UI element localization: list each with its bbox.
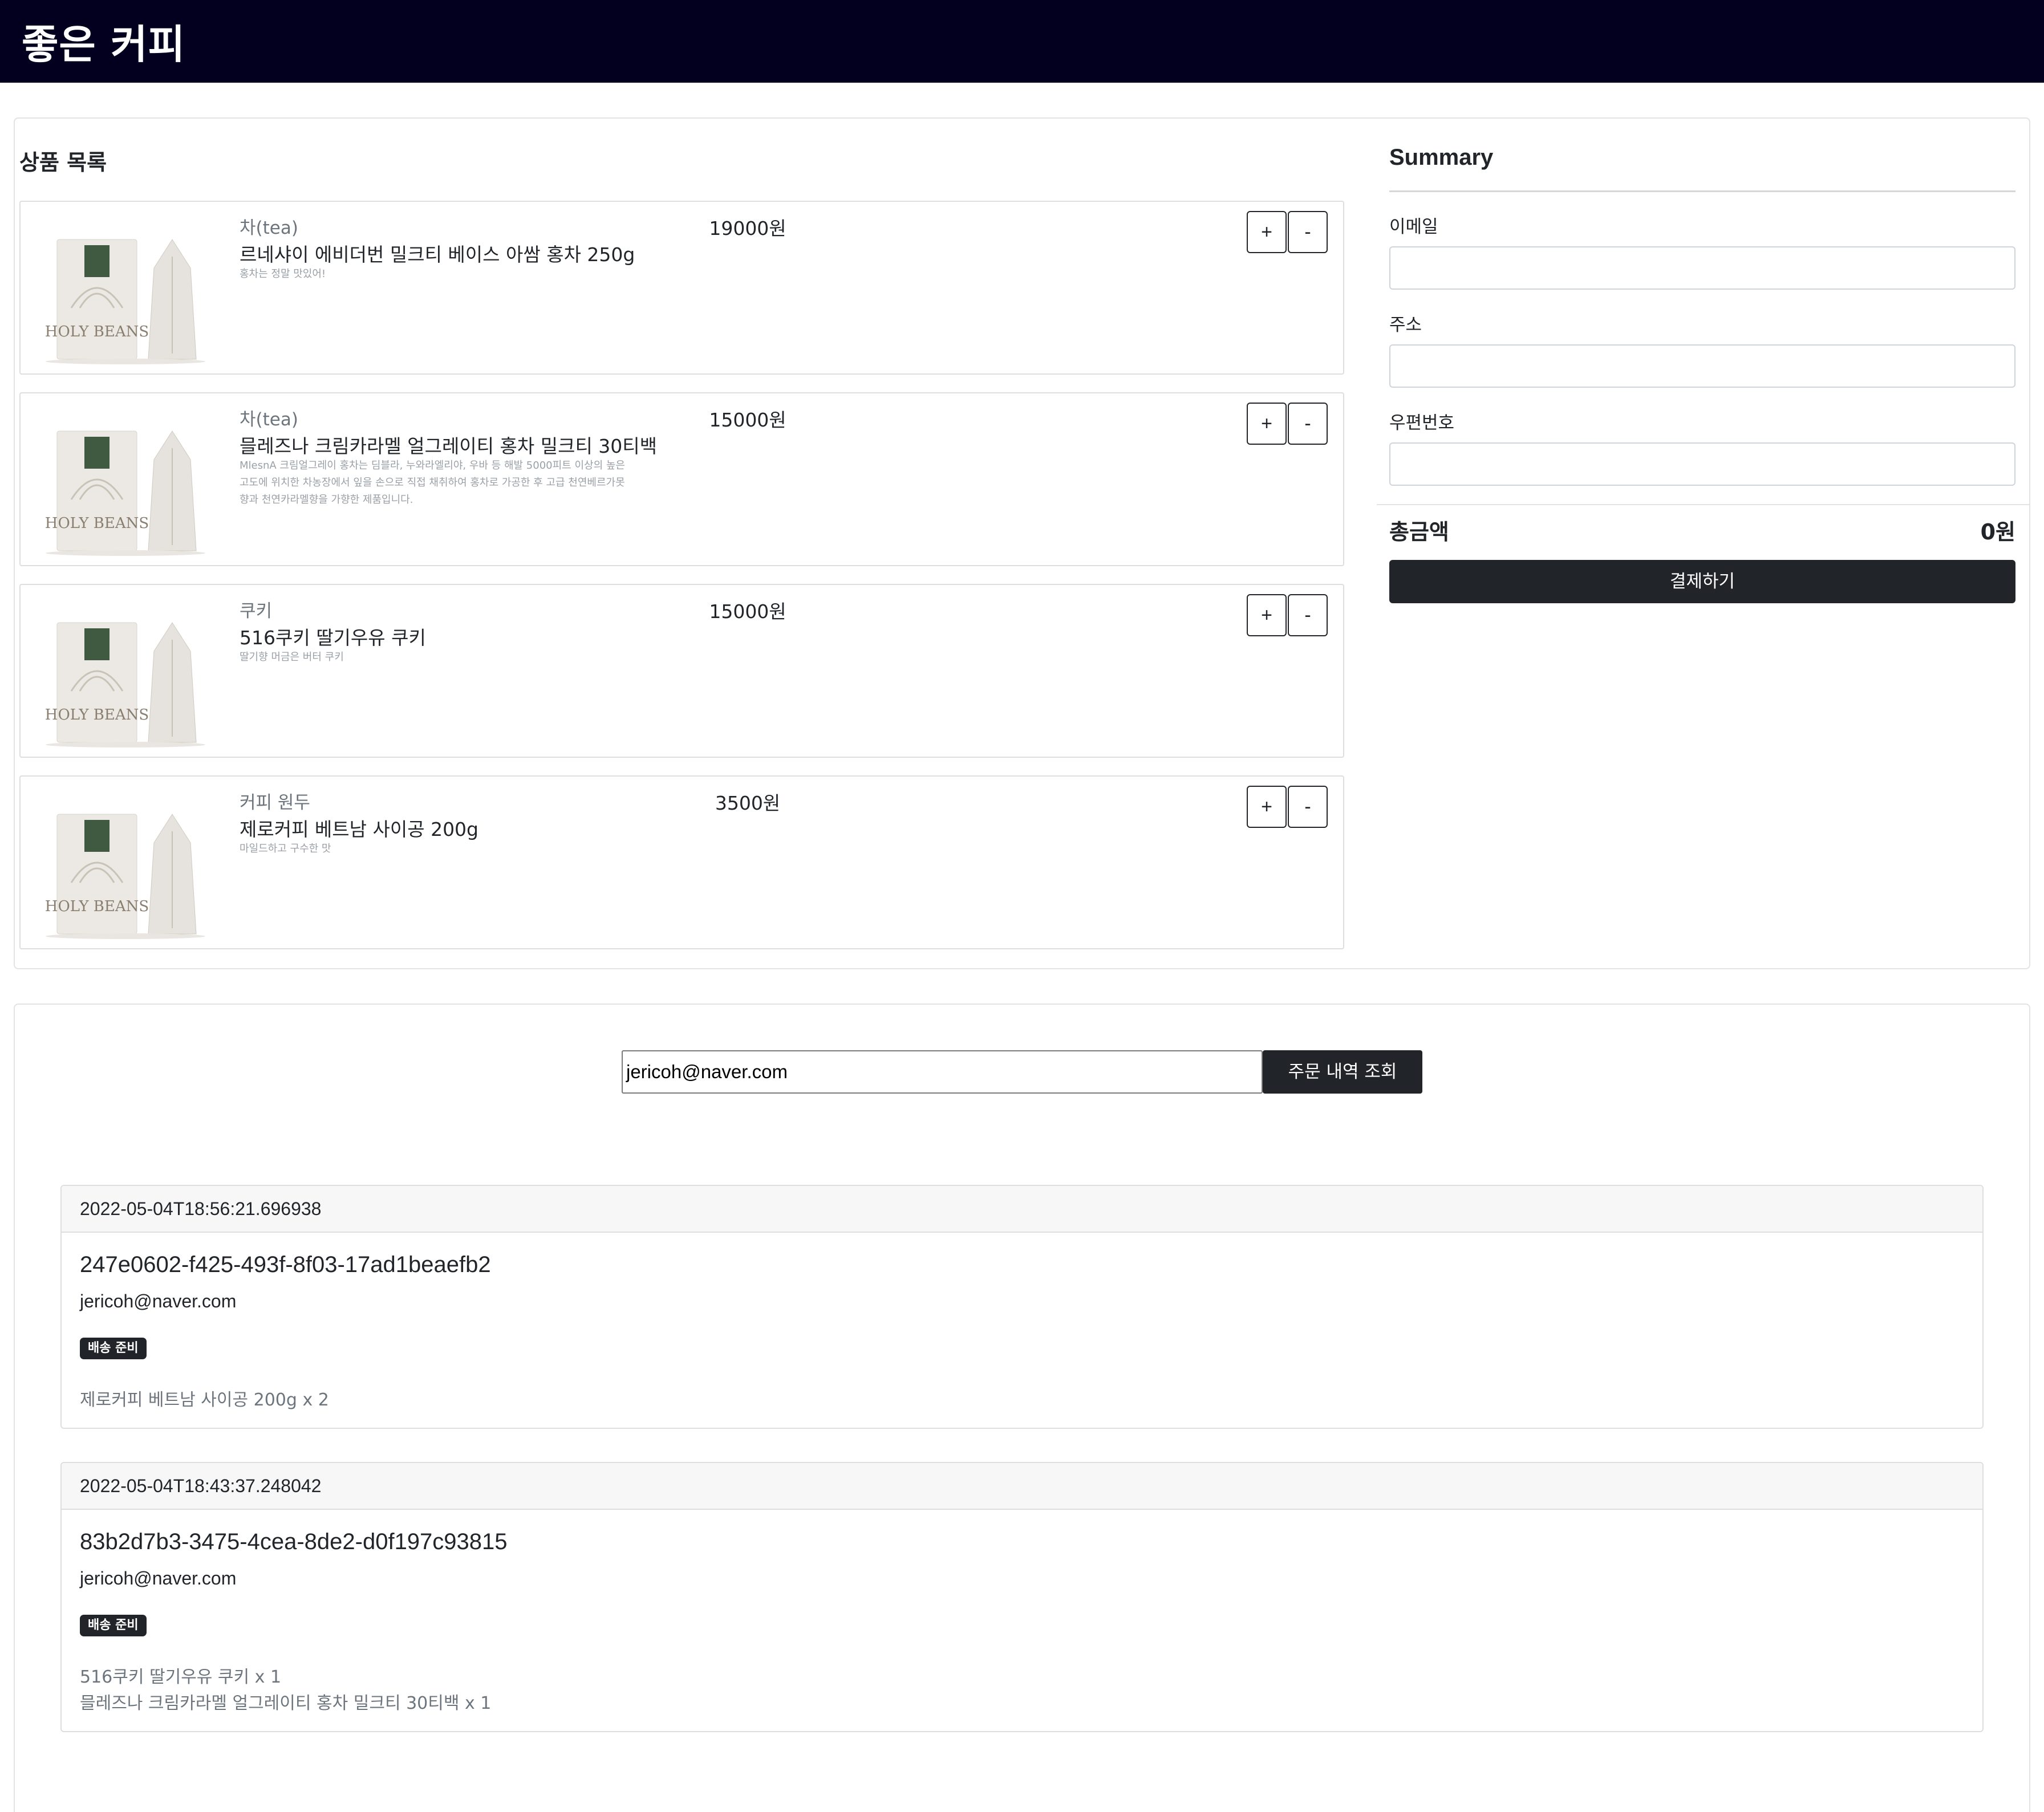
order-item: 제로커피 베트남 사이공 200g x 2 bbox=[80, 1390, 329, 1410]
remove-quantity-button[interactable]: - bbox=[1288, 786, 1328, 828]
order-timestamp: 2022-05-04T18:43:37.248042 bbox=[80, 1476, 322, 1496]
order-email: jericoh@naver.com bbox=[80, 1568, 237, 1588]
order-item: 516쿠키 딸기우유 쿠키 x 1 bbox=[80, 1667, 282, 1687]
product-image: HOLY BEANS bbox=[45, 239, 205, 364]
coffee-bag-icon: HOLY BEANS bbox=[45, 814, 205, 939]
order-id: 247e0602-f425-493f-8f03-17ad1beaefb2 bbox=[80, 1252, 491, 1277]
navbar: 좋은 커피 bbox=[0, 0, 2044, 83]
product-name: 르네샤이 에비더번 밀크티 베이스 아쌈 홍차 250g bbox=[240, 243, 635, 266]
order-lookup-email-input[interactable]: jericoh@naver.com bbox=[622, 1050, 1263, 1094]
order-card-header: 2022-05-04T18:56:21.696938 bbox=[62, 1186, 1982, 1233]
product-row: HOLY BEANS 쿠키 516쿠키 딸기우유 쿠키 딸기향 머금은 버터 쿠… bbox=[19, 584, 1344, 758]
checkout-button[interactable]: 결제하기 bbox=[1389, 560, 2015, 603]
add-quantity-button[interactable]: + bbox=[1247, 211, 1287, 253]
product-description: 딸기향 머금은 버터 쿠키 bbox=[240, 651, 344, 663]
status-badge: 배송 준비 bbox=[80, 1615, 147, 1636]
svg-text:HOLY BEANS: HOLY BEANS bbox=[45, 706, 149, 724]
total-value: 0원 bbox=[1980, 519, 2015, 545]
order-card: 2022-05-04T18:43:37.248042 83b2d7b3-3475… bbox=[60, 1462, 1984, 1732]
product-price: 19000원 bbox=[709, 217, 786, 239]
product-name: 516쿠키 딸기우유 쿠키 bbox=[240, 627, 426, 649]
remove-quantity-button[interactable]: - bbox=[1288, 403, 1328, 445]
product-price: 15000원 bbox=[709, 600, 786, 623]
product-image: HOLY BEANS bbox=[45, 622, 205, 747]
add-quantity-button[interactable]: + bbox=[1247, 403, 1287, 445]
products-section-title: 상품 목록 bbox=[19, 150, 107, 175]
order-card-header: 2022-05-04T18:43:37.248042 bbox=[62, 1463, 1982, 1510]
remove-quantity-button[interactable]: - bbox=[1288, 594, 1328, 636]
add-quantity-button[interactable]: + bbox=[1247, 594, 1287, 636]
summary-title: Summary bbox=[1389, 145, 1494, 170]
order-email: jericoh@naver.com bbox=[80, 1291, 237, 1311]
product-description: 마일드하고 구수한 맛 bbox=[240, 843, 331, 855]
total-divider bbox=[1377, 504, 2030, 505]
email-label: 이메일 bbox=[1389, 217, 1438, 237]
postcode-field[interactable] bbox=[1389, 442, 2015, 486]
add-quantity-button[interactable]: + bbox=[1247, 786, 1287, 828]
product-description: 홍차는 정말 맛있어! bbox=[240, 268, 326, 280]
coffee-bag-icon: HOLY BEANS bbox=[45, 239, 205, 364]
product-price: 15000원 bbox=[709, 409, 786, 431]
address-field[interactable] bbox=[1389, 344, 2015, 388]
svg-text:HOLY BEANS: HOLY BEANS bbox=[45, 515, 149, 532]
order-item: 믈레즈나 크림카라멜 얼그레이티 홍차 밀크티 30티백 x 1 bbox=[80, 1693, 492, 1713]
email-field[interactable] bbox=[1389, 246, 2015, 290]
status-badge: 배송 준비 bbox=[80, 1338, 147, 1359]
product-row: HOLY BEANS 커피 원두 제로커피 베트남 사이공 200g 마일드하고… bbox=[19, 775, 1344, 949]
product-image: HOLY BEANS bbox=[45, 430, 205, 556]
order-timestamp: 2022-05-04T18:56:21.696938 bbox=[80, 1198, 322, 1219]
product-image: HOLY BEANS bbox=[45, 814, 205, 939]
coffee-bag-icon: HOLY BEANS bbox=[45, 430, 205, 556]
order-id: 83b2d7b3-3475-4cea-8de2-d0f197c93815 bbox=[80, 1529, 508, 1554]
postcode-label: 우편번호 bbox=[1389, 413, 1455, 433]
svg-text:HOLY BEANS: HOLY BEANS bbox=[45, 323, 149, 340]
product-category: 차(tea) bbox=[240, 409, 298, 430]
product-price: 3500원 bbox=[715, 792, 781, 814]
remove-quantity-button[interactable]: - bbox=[1288, 211, 1328, 253]
address-label: 주소 bbox=[1389, 315, 1422, 335]
coffee-bag-icon: HOLY BEANS bbox=[45, 622, 205, 747]
summary-divider bbox=[1389, 190, 2015, 192]
product-description: MlesnA 크림얼그레이 홍차는 딤블라, 누와라엘리야, 우바 등 해발 5… bbox=[240, 460, 625, 506]
svg-text:HOLY BEANS: HOLY BEANS bbox=[45, 898, 149, 915]
product-category: 커피 원두 bbox=[240, 793, 310, 813]
order-card: 2022-05-04T18:56:21.696938 247e0602-f425… bbox=[60, 1185, 1984, 1429]
order-lookup-button[interactable]: 주문 내역 조회 bbox=[1263, 1050, 1422, 1094]
total-label: 총금액 bbox=[1389, 519, 1449, 545]
product-row: HOLY BEANS 차(tea) 르네샤이 에비더번 밀크티 베이스 아쌈 홍… bbox=[19, 201, 1344, 375]
product-name: 제로커피 베트남 사이공 200g bbox=[240, 818, 479, 840]
product-row: HOLY BEANS 차(tea) 믈레즈나 크림카라멜 얼그레이티 홍차 밀크… bbox=[19, 392, 1344, 566]
brand-title[interactable]: 좋은 커피 bbox=[22, 13, 185, 70]
product-category: 쿠키 bbox=[240, 601, 273, 621]
product-category: 차(tea) bbox=[240, 218, 298, 238]
product-name: 믈레즈나 크림카라멜 얼그레이티 홍차 밀크티 30티백 bbox=[240, 435, 657, 457]
